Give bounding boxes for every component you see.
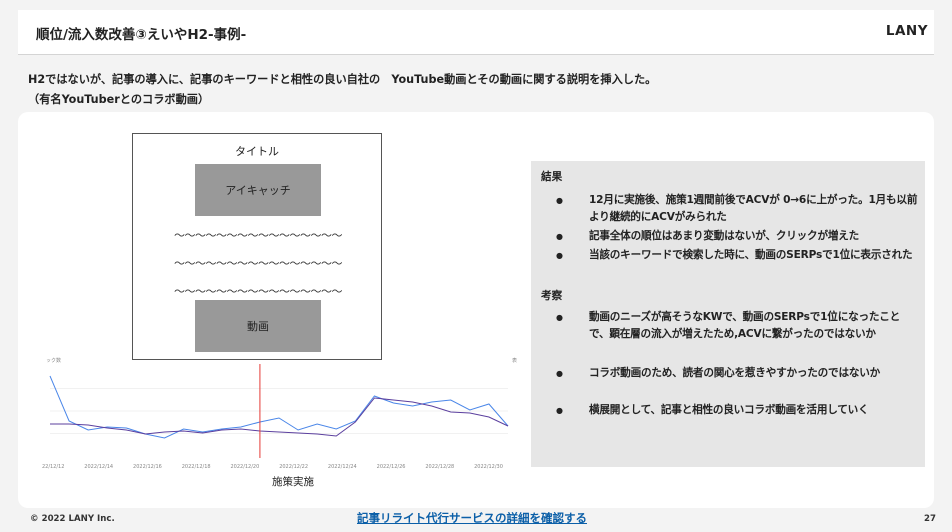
x-tick-label: 2022/12/16 bbox=[133, 464, 162, 470]
result-item: 当該のキーワードで検索した時に、動画のSERPsで1位に表示された bbox=[556, 247, 919, 264]
consideration-item: 動画のニーズが高そうなKWで、動画のSERPsで1位になったことで、顕在層の流入… bbox=[556, 309, 919, 343]
article-mockup: タイトル アイキャッチ 〜〜〜〜〜〜〜〜〜〜〜〜〜〜〜〜 〜〜〜〜〜〜〜〜〜〜〜… bbox=[132, 133, 382, 360]
x-tick-label: 2022/12/28 bbox=[425, 464, 454, 470]
consideration-item: 横展開として、記事と相性の良いコラボ動画を活用していく bbox=[556, 402, 919, 419]
x-tick-label: 2022/12/22 bbox=[279, 464, 308, 470]
y-right-label: 表 bbox=[512, 357, 517, 364]
mockup-text-line: 〜〜〜〜〜〜〜〜〜〜〜〜〜〜〜〜 bbox=[174, 285, 343, 298]
slide-title: 順位/流入数改善③えいやH2-事例- bbox=[36, 27, 247, 43]
x-tick-label: 2022/12/12 bbox=[42, 464, 64, 470]
x-tick-label: 2022/12/20 bbox=[230, 464, 259, 470]
results-panel: 結果 12月に実施後、施策1週間前後でACVが 0→6に上がった。1月も以前より… bbox=[531, 161, 925, 467]
result-item: 12月に実施後、施策1週間前後でACVが 0→6に上がった。1月も以前より継続的… bbox=[556, 192, 919, 226]
page-number: 27 bbox=[924, 514, 936, 524]
description-line-1: H2ではないが、記事の導入に、記事のキーワードと相性の良い自社の YouTube… bbox=[28, 73, 657, 86]
x-tick-label: 2022/12/18 bbox=[182, 464, 211, 470]
series-line-2 bbox=[50, 397, 509, 437]
brand-logo: LANY bbox=[885, 23, 928, 39]
consideration-heading: 考察 bbox=[541, 290, 563, 302]
results-heading: 結果 bbox=[541, 171, 563, 183]
result-item: 記事全体の順位はあまり変動はないが、クリックが増えた bbox=[556, 228, 919, 245]
y-left-label: ック数 bbox=[46, 357, 61, 364]
x-tick-label: 2022/12/26 bbox=[377, 464, 406, 470]
chart-caption: 施策実施 bbox=[272, 476, 314, 488]
x-tick-label: 2022/12/14 bbox=[84, 464, 113, 470]
mockup-title: タイトル bbox=[235, 145, 279, 158]
x-tick-label: 2022/12/24 bbox=[328, 464, 357, 470]
slide-description: H2ではないが、記事の導入に、記事のキーワードと相性の良い自社の YouTube… bbox=[28, 70, 928, 110]
mockup-eyecatch: アイキャッチ bbox=[195, 164, 321, 216]
mockup-text-line: 〜〜〜〜〜〜〜〜〜〜〜〜〜〜〜〜 bbox=[174, 229, 343, 242]
x-tick-label: 2022/12/30 bbox=[474, 464, 503, 470]
consideration-item: コラボ動画のため、読者の関心を惹きやすかったのではないか bbox=[556, 365, 919, 382]
description-line-2: （有名YouTuberとのコラボ動画） bbox=[28, 93, 210, 106]
copyright: © 2022 LANY Inc. bbox=[30, 514, 115, 524]
service-detail-link[interactable]: 記事リライト代行サービスの詳細を確認する bbox=[357, 510, 587, 526]
mockup-text-line: 〜〜〜〜〜〜〜〜〜〜〜〜〜〜〜〜 bbox=[174, 257, 343, 270]
mockup-video: 動画 bbox=[195, 300, 321, 352]
slide-header: 順位/流入数改善③えいやH2-事例- LANY bbox=[18, 10, 934, 55]
search-performance-chart: ック数 表 2022/12/12 2022/12/14 2022/12/16 2022… bbox=[42, 357, 517, 470]
